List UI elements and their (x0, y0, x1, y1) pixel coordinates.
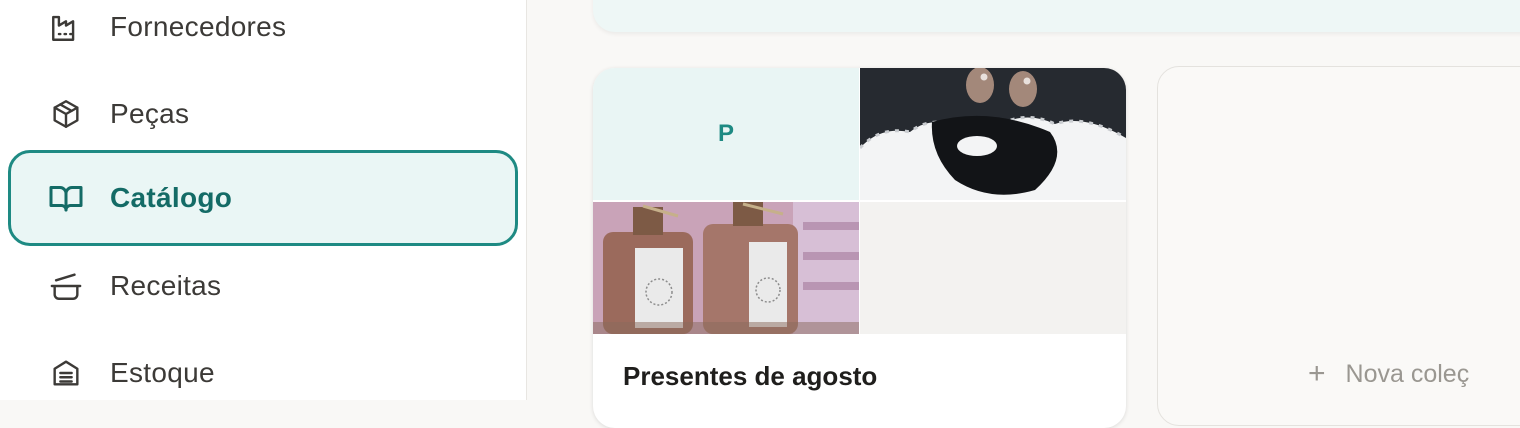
new-collection-label: Nova coleç (1345, 359, 1470, 388)
new-collection-button[interactable]: + Nova coleç (1308, 359, 1469, 389)
sidebar-item-label: Catálogo (110, 182, 233, 213)
sidebar-item-receitas[interactable]: Receitas (8, 238, 518, 334)
open-book-icon (46, 178, 86, 218)
sidebar: Fornecedores Peças Catálogo Receitas Est… (0, 0, 527, 400)
collection-initial-thumb: P (593, 68, 859, 200)
collection-name: Presentes de agosto (623, 361, 878, 391)
sidebar-item-pecas[interactable]: Peças (8, 66, 518, 162)
sidebar-item-label: Estoque (110, 357, 215, 388)
archive-icon (46, 353, 86, 393)
sidebar-item-label: Peças (110, 98, 190, 129)
box-icon (46, 94, 86, 134)
sidebar-item-catalogo[interactable]: Catálogo (8, 150, 518, 246)
collection-card[interactable]: P Presentes de agosto (593, 68, 1126, 428)
sidebar-item-fornecedores[interactable]: Fornecedores (8, 0, 518, 75)
sheep-photo-thumb (860, 68, 1126, 200)
sidebar-item-label: Receitas (110, 270, 222, 301)
factory-icon (46, 7, 86, 47)
sidebar-item-label: Fornecedores (110, 11, 287, 42)
new-collection-card[interactable]: + Nova coleç (1157, 66, 1520, 426)
bottles-photo-thumb (593, 202, 859, 334)
plus-icon: + (1308, 357, 1326, 390)
sidebar-item-estoque[interactable]: Estoque (8, 325, 518, 421)
empty-thumb (860, 202, 1126, 334)
summary-card (593, 0, 1520, 32)
cooking-pot-icon (46, 266, 86, 306)
